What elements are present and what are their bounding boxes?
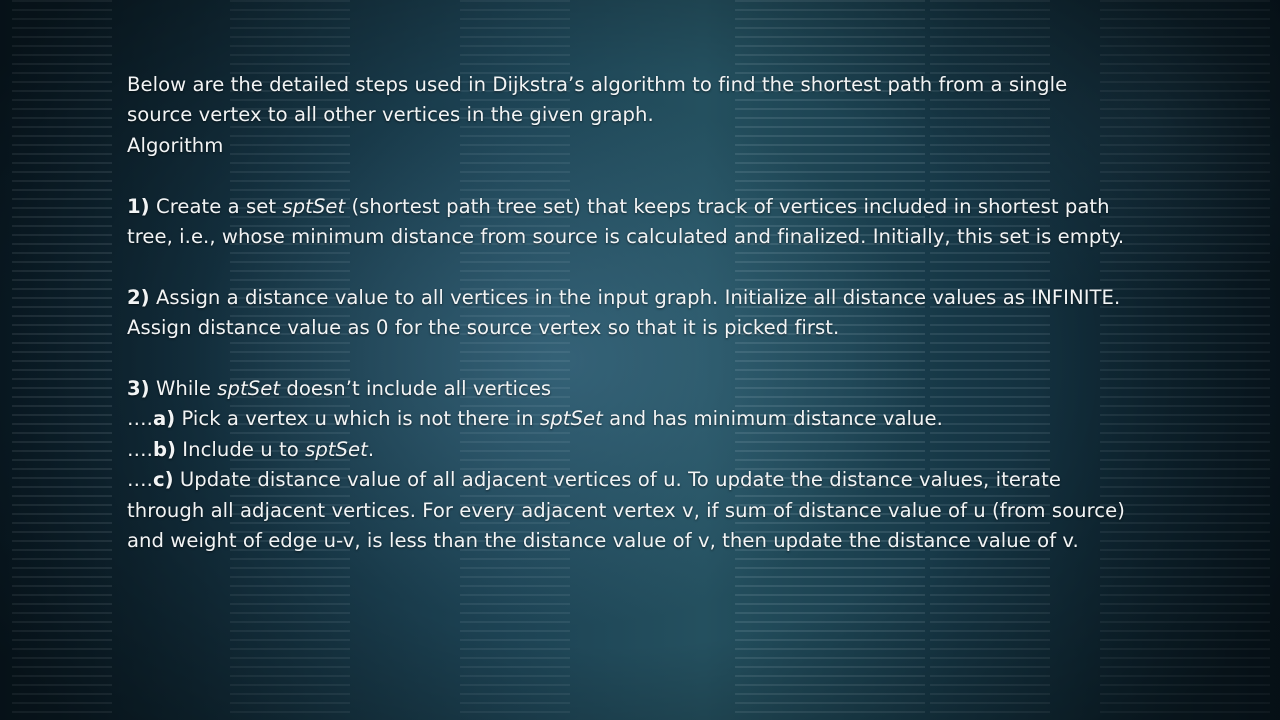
step-text: Update distance value of all adjacent ve…: [127, 468, 1125, 553]
step-3: 3) While sptSet doesn’t include all vert…: [127, 374, 1127, 404]
step-1: 1) Create a set sptSet (shortest path tr…: [127, 192, 1127, 253]
step-text: Pick a vertex u which is not there in: [175, 407, 541, 431]
intro-text: Below are the detailed steps used in Dij…: [127, 73, 1068, 127]
term-sptset: sptSet: [305, 437, 368, 461]
step-text: doesn’t include all vertices: [280, 377, 552, 401]
slide-body: Below are the detailed steps used in Dij…: [127, 70, 1127, 556]
step-text: Include u to: [176, 437, 306, 461]
step-number: 3): [127, 377, 150, 401]
step-text: and has minimum distance value.: [602, 407, 943, 431]
term-sptset: sptSet: [217, 377, 281, 401]
step-3c: ….c) Update distance value of all adjace…: [127, 465, 1127, 556]
step-2: 2) Assign a distance value to all vertic…: [127, 283, 1127, 344]
step-text: .: [367, 437, 375, 461]
algorithm-heading: Algorithm: [127, 133, 224, 157]
step-text: Assign a distance value to all vertices …: [127, 285, 1121, 340]
step-number: 2): [127, 285, 150, 309]
term-sptset: sptSet: [540, 407, 603, 431]
step-number: 1): [127, 194, 150, 218]
substep-letter: c): [152, 468, 174, 492]
step-3b: ….b) Include u to sptSet.: [127, 435, 1127, 465]
step-text: Create a set: [149, 194, 283, 218]
indent-dots: ….: [127, 468, 153, 492]
indent-dots: ….: [127, 437, 153, 461]
step-text: While: [149, 377, 218, 401]
indent-dots: ….: [127, 407, 153, 431]
step-3a: ….a) Pick a vertex u which is not there …: [127, 404, 1127, 434]
substep-letter: a): [152, 407, 176, 431]
term-sptset: sptSet: [282, 194, 346, 218]
substep-letter: b): [152, 437, 177, 461]
